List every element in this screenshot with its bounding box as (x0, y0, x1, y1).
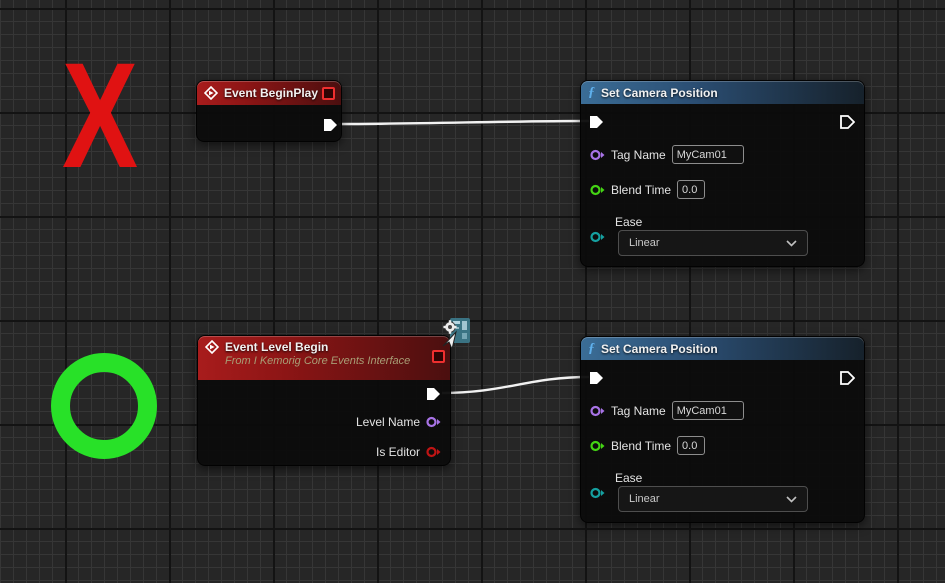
is-editor-label: Is Editor (376, 445, 420, 459)
mouse-cursor-place-node-icon (438, 317, 471, 354)
blend-time-input[interactable] (677, 180, 705, 199)
tag-name-pin[interactable] (590, 405, 605, 417)
function-icon: ƒ (588, 86, 595, 100)
event-icon (204, 86, 218, 100)
is-editor-row: Is Editor (376, 445, 441, 459)
node-title: Set Camera Position (601, 342, 718, 356)
is-editor-pin[interactable] (426, 446, 441, 458)
level-name-label: Level Name (356, 415, 420, 429)
exec-out-pin[interactable] (840, 371, 855, 385)
blend-time-input[interactable] (677, 436, 705, 455)
delegate-pin[interactable] (322, 87, 335, 100)
function-icon: ƒ (588, 342, 595, 356)
blend-time-label: Blend Time (611, 439, 671, 453)
node-event-beginplay[interactable]: Event BeginPlay (196, 80, 342, 142)
node-header[interactable]: ƒ Set Camera Position (581, 81, 864, 104)
blend-time-pin[interactable] (590, 440, 605, 452)
tag-name-label: Tag Name (611, 148, 666, 162)
node-set-camera-position-1[interactable]: ƒ Set Camera Position Tag Name Blend Tim… (580, 80, 865, 267)
tag-name-row: Tag Name (590, 145, 744, 164)
event-icon (205, 340, 219, 354)
node-header[interactable]: Event BeginPlay (197, 81, 341, 105)
exec-wire-beginplay-to-setcamera[interactable] (338, 121, 589, 124)
chevron-down-icon (786, 240, 797, 247)
correct-circle-mark (51, 353, 157, 459)
exec-out-pin[interactable] (426, 387, 441, 401)
wrong-x-mark: X (62, 40, 138, 190)
exec-in-pin[interactable] (589, 115, 604, 129)
ease-dropdown[interactable]: Linear (618, 230, 808, 256)
level-name-row: Level Name (356, 415, 441, 429)
ease-selected-value: Linear (629, 493, 660, 505)
tag-name-row: Tag Name (590, 401, 744, 420)
node-title: Set Camera Position (601, 86, 718, 100)
chevron-down-icon (786, 496, 797, 503)
exec-out-pin[interactable] (323, 118, 338, 132)
ease-selected-value: Linear (629, 237, 660, 249)
ease-dropdown[interactable]: Linear (618, 486, 808, 512)
ease-label: Ease (615, 471, 642, 485)
node-subtitle: From I Kemorig Core Events Interface (205, 355, 440, 367)
exec-in-pin[interactable] (589, 371, 604, 385)
ease-pin[interactable] (590, 231, 605, 243)
blueprint-graph-canvas[interactable]: X Event BeginPlay ƒ Set Camera Position (0, 0, 945, 583)
tag-name-input[interactable] (672, 145, 744, 164)
node-header[interactable]: Event Level Begin From I Kemorig Core Ev… (198, 336, 450, 380)
blend-time-pin[interactable] (590, 184, 605, 196)
level-name-pin[interactable] (426, 416, 441, 428)
tag-name-label: Tag Name (611, 404, 666, 418)
ease-pin[interactable] (590, 487, 605, 499)
node-event-level-begin[interactable]: Event Level Begin From I Kemorig Core Ev… (197, 335, 451, 466)
blend-time-row: Blend Time (590, 436, 705, 455)
tag-name-input[interactable] (672, 401, 744, 420)
node-title: Event BeginPlay (224, 86, 318, 100)
blend-time-row: Blend Time (590, 180, 705, 199)
ease-label: Ease (615, 215, 642, 229)
blend-time-label: Blend Time (611, 183, 671, 197)
node-set-camera-position-2[interactable]: ƒ Set Camera Position Tag Name Blend Tim… (580, 336, 865, 523)
node-header[interactable]: ƒ Set Camera Position (581, 337, 864, 360)
exec-out-pin[interactable] (840, 115, 855, 129)
node-title: Event Level Begin (225, 340, 328, 354)
exec-wire-levelbegin-to-setcamera[interactable] (442, 377, 589, 393)
tag-name-pin[interactable] (590, 149, 605, 161)
